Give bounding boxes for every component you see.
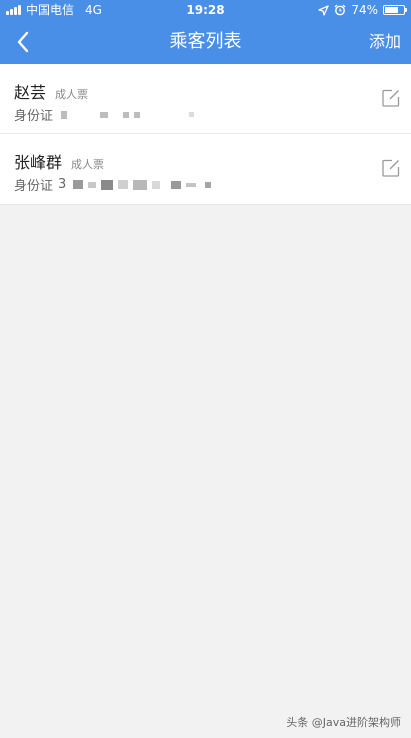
passenger-name-line: 张峰群 成人票 [14,149,104,173]
edit-icon [382,159,400,177]
top-bar: 中国电信 4G 19:28 74% 乘客列表 添加 [0,0,411,64]
page-title: 乘客列表 [169,31,242,52]
id-number-mosaic [61,110,195,119]
status-bar: 中国电信 4G 19:28 74% [0,0,411,20]
passenger-list: 赵芸 成人票 身份证 张峰群 成人票 身份证 3 [0,64,411,205]
ticket-type-label: 成人票 [71,158,105,171]
id-type-label: 身份证 [14,109,54,124]
passenger-row[interactable]: 赵芸 成人票 身份证 [0,64,411,134]
passenger-name-line: 赵芸 成人票 [14,79,88,103]
id-line: 身份证 3 [14,175,212,194]
passenger-name: 张峰群 [14,153,63,172]
status-right: 74% [318,0,407,20]
alarm-icon [334,4,346,16]
battery-icon [383,5,407,15]
location-icon [318,4,329,16]
add-button[interactable]: 添加 [369,20,401,64]
edit-button[interactable] [381,88,401,108]
id-line: 身份证 [14,105,195,124]
battery-level [385,7,399,13]
passenger-row[interactable]: 张峰群 成人票 身份证 3 [0,134,411,205]
ticket-type-label: 成人票 [55,88,89,101]
navigation-bar: 乘客列表 添加 [0,20,411,64]
edit-icon [382,89,400,107]
battery-percent: 74% [351,3,378,17]
chevron-left-icon [17,31,29,53]
edit-button[interactable] [381,158,401,178]
id-type-label: 身份证 [14,179,54,194]
watermark: 头条 @Java进阶架构师 [286,716,401,729]
id-number-mosaic [73,179,212,190]
back-button[interactable] [8,24,44,60]
passenger-name: 赵芸 [14,83,47,102]
id-number-visible: 3 [58,177,67,192]
